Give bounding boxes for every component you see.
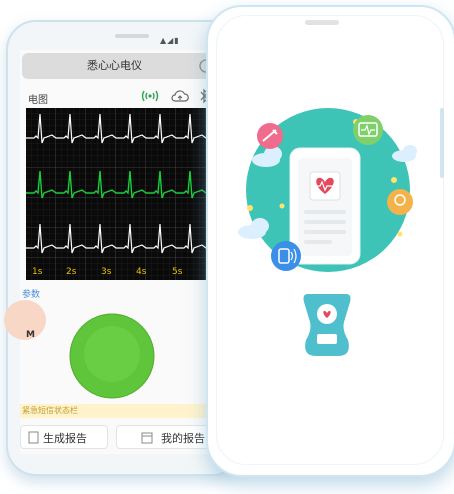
hero-illustration — [238, 108, 417, 272]
section-label: 参数 — [22, 290, 41, 300]
status-bar-icons: ▲◢▮ — [160, 36, 180, 45]
time-label: 4s — [136, 267, 147, 277]
time-label: 5s — [172, 267, 183, 277]
signal-icon[interactable] — [140, 88, 160, 104]
my-reports-label: 我的报告 — [161, 432, 205, 445]
front-camera — [115, 34, 149, 38]
side-button — [440, 108, 444, 178]
app-title: 悉心心电仪 — [87, 59, 142, 72]
generate-report-button[interactable]: 生成报告 — [20, 425, 108, 449]
side-panel-fragment — [4, 300, 46, 340]
time-label: 3s — [101, 267, 112, 277]
calendar-icon — [141, 432, 153, 444]
cloud-upload-icon[interactable] — [170, 88, 190, 104]
ecg-device-image — [303, 294, 351, 356]
report-icon — [28, 431, 39, 444]
ecg-time-axis: 1s 2s 3s 4s 5s — [26, 266, 209, 280]
alert-text: 紧急短信状态栏 — [22, 406, 78, 415]
my-reports-button[interactable]: 我的报告 — [116, 425, 210, 449]
record-button[interactable] — [68, 312, 156, 400]
ecg-chart — [26, 108, 209, 280]
side-panel-letter: M — [26, 330, 35, 340]
speaker-grille — [305, 20, 339, 25]
generate-report-label: 生成报告 — [43, 432, 87, 445]
toolbar-label: 电图 — [28, 95, 48, 106]
time-label: 1s — [32, 267, 43, 277]
time-label: 2s — [66, 267, 77, 277]
